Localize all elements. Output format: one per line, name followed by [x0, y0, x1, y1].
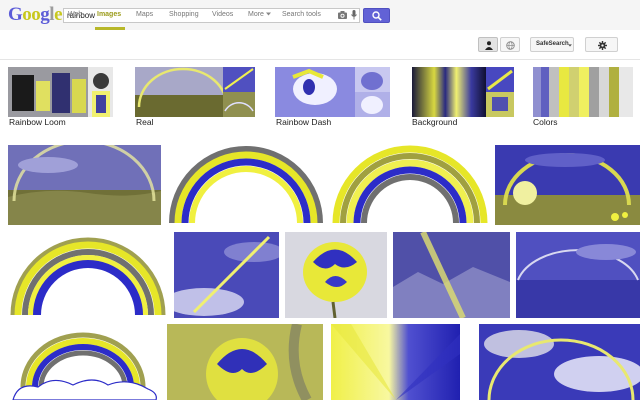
yellow-blue-rays-image — [331, 324, 460, 400]
related-tile-rainbow-loom[interactable] — [8, 67, 113, 117]
globe-icon — [506, 40, 515, 50]
result-image-9[interactable] — [516, 232, 640, 318]
rainbow-arc-image — [167, 145, 325, 225]
logo-letter: g — [40, 4, 50, 25]
person-icon — [485, 41, 493, 50]
nav-more[interactable]: More — [248, 11, 271, 18]
rainbow-loom-thumbnail — [8, 67, 113, 117]
result-image-4[interactable] — [495, 145, 640, 225]
logo-letter: e — [54, 4, 62, 25]
search-button[interactable] — [363, 8, 390, 23]
related-label-real[interactable]: Real — [136, 117, 153, 127]
global-results-button[interactable] — [500, 37, 520, 52]
colors-thumbnail — [533, 67, 633, 117]
related-label-background[interactable]: Background — [412, 117, 457, 127]
safesearch-label: SafeSearch — [536, 41, 569, 47]
result-image-1[interactable] — [8, 145, 161, 225]
rainbow-arc-image — [8, 235, 168, 317]
search-icon — [372, 11, 382, 21]
personal-results-button[interactable] — [478, 37, 498, 52]
rainbow-arc-image — [331, 145, 489, 225]
result-image-7[interactable] — [285, 232, 387, 318]
result-image-11[interactable] — [167, 324, 323, 400]
related-tile-rainbow-dash[interactable] — [275, 67, 390, 117]
related-tile-colors[interactable] — [533, 67, 633, 117]
related-label-rainbow-dash[interactable]: Rainbow Dash — [276, 117, 331, 127]
related-label-rainbow-loom[interactable]: Rainbow Loom — [9, 117, 66, 127]
nav-videos[interactable]: Videos — [212, 11, 233, 18]
result-image-12[interactable] — [331, 324, 460, 400]
result-image-10[interactable] — [8, 327, 158, 400]
related-tile-background[interactable] — [412, 67, 514, 117]
safesearch-dropdown[interactable]: SafeSearch — [530, 37, 574, 52]
rainbow-cloud-image — [8, 327, 158, 400]
rainbow-clouds-image — [479, 324, 640, 400]
rose-closeup-image — [167, 324, 323, 400]
rainbow-mountain-image — [393, 232, 510, 318]
nav-shopping[interactable]: Shopping — [169, 11, 199, 18]
rose-image — [285, 232, 387, 318]
result-image-2[interactable] — [167, 145, 325, 225]
rainbow-field-image — [495, 145, 640, 225]
rainbow-ocean-image — [516, 232, 640, 318]
nav-web[interactable]: Web — [68, 11, 82, 18]
result-image-8[interactable] — [393, 232, 510, 318]
real-thumbnail — [135, 67, 255, 117]
rainbow-sky-image — [174, 232, 279, 318]
chevron-down-icon — [265, 12, 271, 16]
result-image-6[interactable] — [174, 232, 279, 318]
microphone-icon[interactable] — [351, 10, 357, 20]
result-image-13[interactable] — [479, 324, 640, 400]
logo-letter: o — [22, 4, 32, 25]
nav-search-tools[interactable]: Search tools — [282, 11, 321, 18]
active-tab-indicator — [95, 27, 125, 30]
related-tile-real[interactable] — [135, 67, 255, 117]
gear-icon — [598, 40, 607, 50]
result-image-5[interactable] — [8, 235, 168, 317]
nav-images[interactable]: Images — [97, 11, 121, 18]
chevron-down-icon — [568, 44, 572, 47]
logo-letter: o — [31, 4, 41, 25]
rainbow-landscape-image — [8, 145, 161, 225]
camera-icon[interactable] — [338, 11, 347, 19]
nav-more-label: More — [248, 11, 264, 18]
rainbow-dash-thumbnail — [275, 67, 390, 117]
result-image-3[interactable] — [331, 145, 489, 225]
google-logo[interactable]: Google — [8, 4, 62, 26]
background-thumbnail — [412, 67, 514, 117]
settings-button[interactable] — [585, 37, 618, 52]
nav-maps[interactable]: Maps — [136, 11, 153, 18]
related-label-colors[interactable]: Colors — [533, 117, 558, 127]
logo-letter: G — [8, 4, 23, 25]
